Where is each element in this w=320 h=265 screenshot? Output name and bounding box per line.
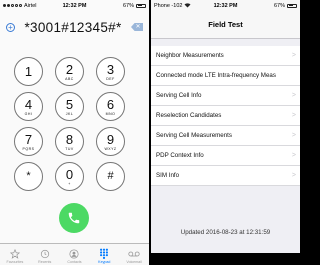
menu-item-pdp-context-info[interactable]: PDP Context Info > [151, 146, 300, 166]
menu-item-serving-cell-measurements[interactable]: Serving Cell Measurements > [151, 126, 300, 146]
add-contact-icon[interactable]: + [6, 22, 15, 32]
clock-icon [40, 248, 50, 259]
tab-contacts[interactable]: Contacts [61, 248, 87, 264]
key-1[interactable]: 1 [14, 57, 43, 86]
voicemail-icon [128, 248, 140, 259]
tab-bar: Favourites Recents Contacts Keypad Voice… [0, 243, 149, 265]
menu-item-lte-intra-frequency[interactable]: Connected mode LTE Intra-frequency Meas [151, 66, 300, 86]
key-5[interactable]: 5 JKL [55, 92, 84, 121]
key-8[interactable]: 8 TUV [55, 127, 84, 156]
star-icon [9, 248, 20, 259]
chevron-right-icon: > [291, 112, 296, 119]
key-4[interactable]: 4 GHI [14, 92, 43, 121]
person-icon [69, 248, 80, 259]
chevron-right-icon: > [291, 92, 296, 99]
chevron-right-icon: > [291, 172, 296, 179]
key-hash[interactable]: # [96, 162, 125, 191]
status-time: 12:32 PM [213, 2, 238, 9]
tab-favourites[interactable]: Favourites [2, 248, 28, 264]
dialer-screen: Airtel 12:32 PM 67% + *3001#12345#* ✕ 1 … [0, 0, 149, 265]
dialed-number: *3001#12345#* [24, 19, 122, 35]
menu-item-neighbor-measurements[interactable]: Neighbor Measurements > [151, 46, 300, 66]
key-9[interactable]: 9 WXYZ [96, 127, 125, 156]
field-test-menu: Neighbor Measurements > Connected mode L… [151, 46, 300, 186]
chevron-right-icon: > [291, 132, 296, 139]
tab-recents[interactable]: Recents [32, 248, 58, 264]
battery-icon [287, 3, 297, 8]
key-7[interactable]: 7 PQRS [14, 127, 43, 156]
updated-timestamp: Updated 2016-08-23 at 12:31:59 [180, 229, 271, 236]
key-3[interactable]: 3 DEF [96, 57, 125, 86]
chevron-right-icon: > [291, 152, 296, 159]
battery-icon [136, 3, 146, 8]
bottom-bar [151, 253, 300, 265]
chevron-right-icon: > [291, 52, 296, 59]
key-2[interactable]: 2 ABC [55, 57, 84, 86]
delete-icon[interactable]: ✕ [131, 23, 143, 31]
tab-keypad[interactable]: Keypad [91, 248, 117, 264]
menu-item-serving-cell-info[interactable]: Serving Cell Info > [151, 86, 300, 106]
key-0[interactable]: 0 + [55, 162, 84, 191]
field-test-screen: Phone -102 12:32 PM 67% Field Test Neigh… [151, 0, 300, 265]
keypad: 1 2 ABC 3 DEF 4 GHI 5 JKL 6 MNO 7 PQRS 8 TUV 9W… [14, 57, 135, 191]
page-title: Field Test [151, 11, 300, 39]
phone-icon [68, 212, 80, 224]
dial-display: + *3001#12345#* ✕ [0, 14, 149, 40]
status-time: 12:32 PM [62, 2, 87, 9]
menu-item-reselection-candidates[interactable]: Reselection Candidates > [151, 106, 300, 126]
keypad-icon [99, 248, 109, 259]
menu-item-sim-info[interactable]: SIM Info > [151, 166, 300, 186]
status-bar: Airtel 12:32 PM 67% [0, 0, 149, 11]
key-6[interactable]: 6 MNO [96, 92, 125, 121]
key-star[interactable]: * [14, 162, 43, 191]
call-button[interactable] [59, 203, 89, 233]
tab-voicemail[interactable]: Voicemail [121, 248, 147, 264]
status-bar: Phone -102 12:32 PM 67% [151, 0, 300, 11]
